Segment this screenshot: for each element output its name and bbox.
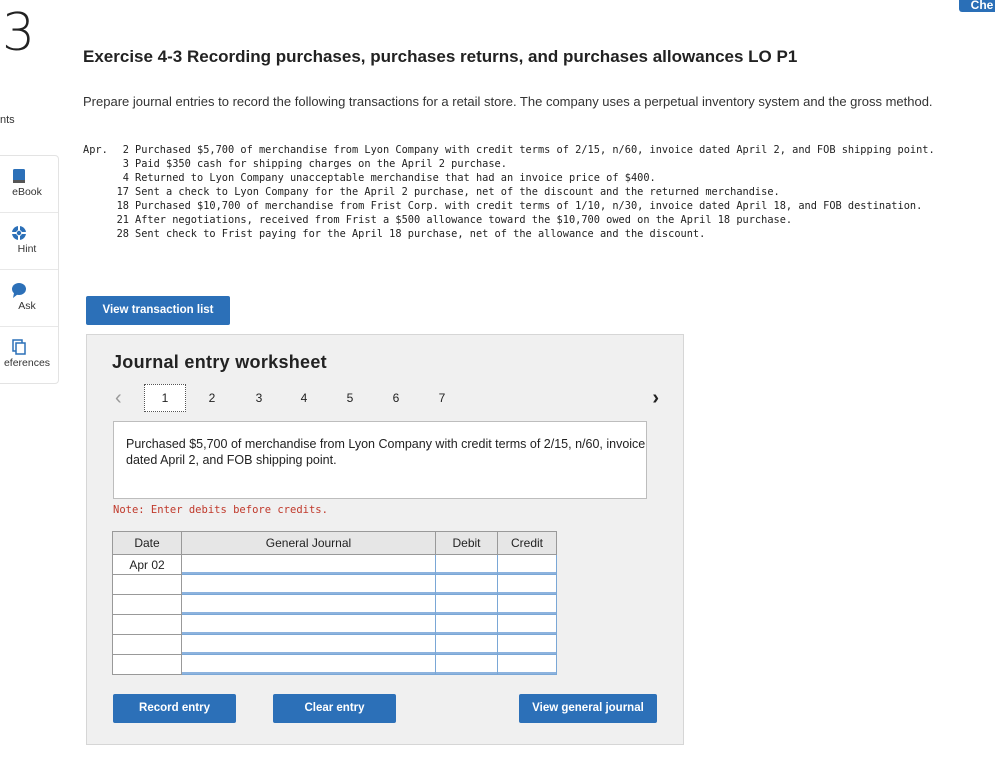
account-input[interactable]	[181, 654, 436, 675]
table-row	[112, 634, 557, 655]
account-input[interactable]	[181, 554, 436, 575]
transaction-day: 18	[116, 200, 129, 212]
transaction-text: Sent check to Frist paying for the April…	[135, 228, 706, 240]
debit-input[interactable]	[435, 594, 498, 615]
transaction-item: 4 Returned to Lyon Company unacceptable …	[83, 171, 943, 185]
lifebuoy-icon	[11, 225, 27, 241]
date-cell: Apr 02	[112, 554, 182, 575]
transaction-list: Apr. 2 Purchased $5,700 of merchandise f…	[83, 143, 943, 241]
transaction-item: 28 Sent check to Frist paying for the Ap…	[83, 227, 943, 241]
transaction-text: Purchased $5,700 of merchandise from Lyo…	[135, 144, 935, 156]
transaction-item: 17 Sent a check to Lyon Company for the …	[83, 185, 943, 199]
sidebar-item-hint[interactable]: Hint	[0, 213, 58, 270]
transaction-text: Returned to Lyon Company unacceptable me…	[135, 172, 656, 184]
transaction-day: 4	[122, 172, 129, 184]
sidebar-cut-label: nts	[0, 114, 15, 126]
sidebar-item-references[interactable]: eferences	[0, 327, 58, 383]
transaction-day: 3	[122, 158, 129, 170]
clear-entry-button[interactable]: Clear entry	[273, 694, 396, 723]
page-7[interactable]: 7	[422, 387, 462, 409]
table-row	[112, 654, 557, 675]
credit-input[interactable]	[497, 654, 557, 675]
transaction-item: 18 Purchased $10,700 of merchandise from…	[83, 199, 943, 213]
page-5[interactable]: 5	[330, 387, 370, 409]
credit-input[interactable]	[497, 574, 557, 595]
sidebar-item-ebook[interactable]: eBook	[0, 156, 58, 213]
transaction-text: Sent a check to Lyon Company for the Apr…	[135, 186, 780, 198]
exercise-title: Exercise 4-3 Recording purchases, purcha…	[83, 47, 798, 66]
view-transaction-list-button[interactable]: View transaction list	[86, 296, 230, 325]
check-button[interactable]: Che	[959, 0, 995, 12]
col-general-journal: General Journal	[181, 531, 436, 555]
page-2[interactable]: 2	[192, 387, 232, 409]
record-entry-button[interactable]: Record entry	[113, 694, 236, 723]
debit-input[interactable]	[435, 654, 498, 675]
transaction-day: 2	[122, 144, 129, 156]
credit-input[interactable]	[497, 614, 557, 635]
copy-icon	[12, 339, 26, 355]
col-credit: Credit	[497, 531, 557, 555]
view-general-journal-button[interactable]: View general journal	[519, 694, 657, 723]
entry-pager: ‹ 1 2 3 4 5 6 7 ›	[111, 384, 659, 413]
date-cell	[112, 594, 182, 615]
sidebar-item-label: eBook	[12, 186, 42, 198]
speech-bubble-icon	[12, 283, 26, 298]
transaction-day: 17	[116, 186, 129, 198]
transaction-month: Apr.	[83, 144, 108, 156]
table-row: Apr 02	[112, 554, 557, 575]
transaction-item: Apr. 2 Purchased $5,700 of merchandise f…	[83, 143, 943, 157]
debit-input[interactable]	[435, 634, 498, 655]
col-debit: Debit	[435, 531, 498, 555]
book-icon	[13, 169, 25, 183]
chevron-right-icon[interactable]: ›	[652, 387, 659, 410]
date-cell	[112, 634, 182, 655]
transaction-text: Purchased $10,700 of merchandise from Fr…	[135, 200, 923, 212]
transaction-day: 28	[116, 228, 129, 240]
debit-input[interactable]	[435, 574, 498, 595]
table-row	[112, 574, 557, 595]
transaction-text: After negotiations, received from Frist …	[135, 214, 793, 226]
sidebar-item-ask[interactable]: Ask	[0, 270, 58, 327]
transaction-text: Paid $350 cash for shipping charges on t…	[135, 158, 507, 170]
credit-input[interactable]	[497, 554, 557, 575]
transaction-description: Purchased $5,700 of merchandise from Lyo…	[113, 421, 647, 499]
date-cell	[112, 574, 182, 595]
page-6[interactable]: 6	[376, 387, 416, 409]
account-input[interactable]	[181, 594, 436, 615]
transaction-day: 21	[116, 214, 129, 226]
chevron-left-icon[interactable]: ‹	[115, 387, 122, 410]
account-input[interactable]	[181, 574, 436, 595]
account-input[interactable]	[181, 634, 436, 655]
journal-entry-worksheet: Journal entry worksheet ‹ 1 2 3 4 5 6 7 …	[86, 334, 684, 745]
table-row	[112, 594, 557, 615]
instructions: Prepare journal entries to record the fo…	[83, 94, 933, 109]
account-input[interactable]	[181, 614, 436, 635]
page-1[interactable]: 1	[144, 384, 186, 412]
sidebar-item-label: Hint	[17, 243, 37, 255]
date-cell	[112, 654, 182, 675]
page-4[interactable]: 4	[284, 387, 324, 409]
transaction-item: 3 Paid $350 cash for shipping charges on…	[83, 157, 943, 171]
journal-table: Date General Journal Debit Credit Apr 02	[112, 531, 557, 675]
worksheet-title: Journal entry worksheet	[112, 352, 327, 372]
col-date: Date	[112, 531, 182, 555]
sidebar-item-label: eferences	[3, 357, 51, 369]
credit-input[interactable]	[497, 634, 557, 655]
sidebar: eBook Hint Ask eferences	[0, 155, 59, 384]
debit-input[interactable]	[435, 554, 498, 575]
credit-input[interactable]	[497, 594, 557, 615]
debit-input[interactable]	[435, 614, 498, 635]
question-number: 3	[2, 3, 36, 63]
table-row	[112, 614, 557, 635]
page-3[interactable]: 3	[239, 387, 279, 409]
entry-note: Note: Enter debits before credits.	[113, 504, 328, 516]
transaction-item: 21 After negotiations, received from Fri…	[83, 213, 943, 227]
sidebar-item-label: Ask	[18, 300, 36, 312]
date-cell	[112, 614, 182, 635]
